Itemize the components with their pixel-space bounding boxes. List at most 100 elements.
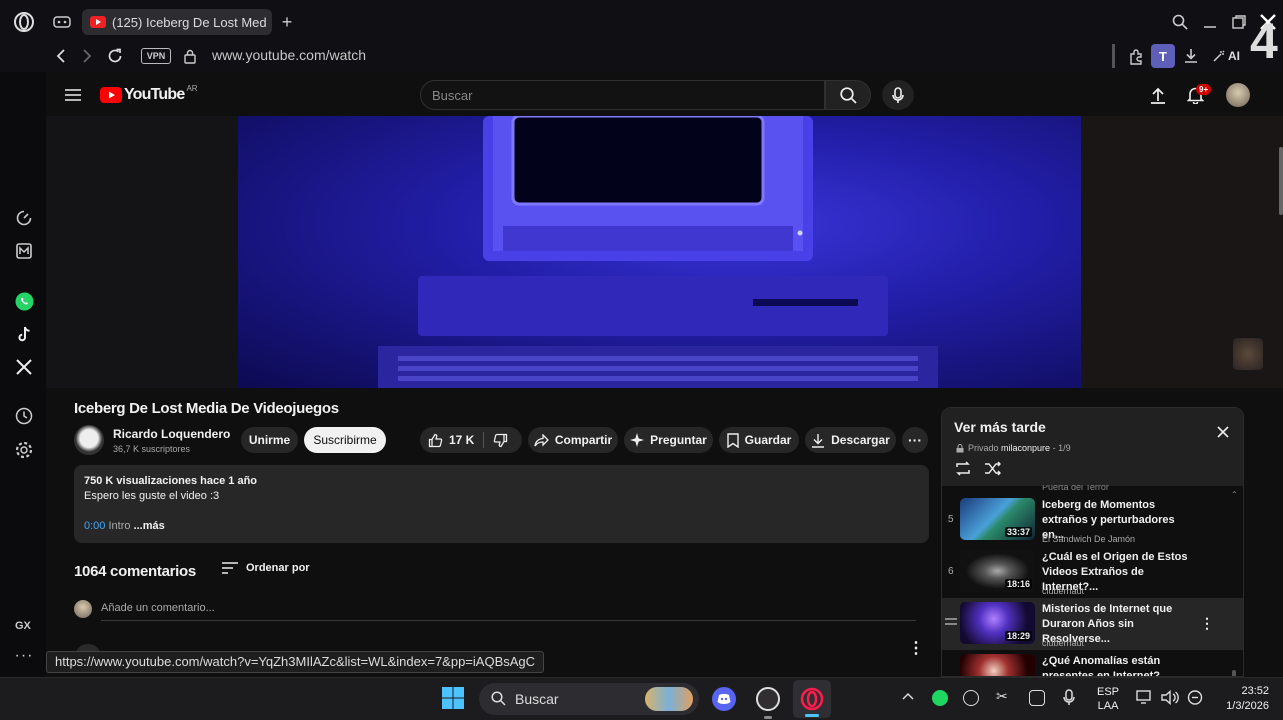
obs-tray-icon[interactable] — [963, 690, 979, 706]
back-icon[interactable] — [52, 46, 70, 66]
show-more-link[interactable]: ...más — [134, 520, 165, 532]
opera-gx-taskbar-button[interactable] — [793, 680, 831, 718]
item-channel: clubernaut — [1042, 586, 1085, 596]
create-icon[interactable] — [1148, 85, 1168, 105]
page-scrollbar[interactable] — [1279, 147, 1283, 215]
vpn-badge[interactable]: VPN — [141, 48, 171, 64]
obs-icon[interactable] — [756, 687, 780, 711]
playlist-item-current[interactable]: 18:29 Misterios de Internet que Duraron … — [942, 598, 1243, 650]
voice-search-button[interactable] — [882, 80, 914, 110]
forward-icon[interactable] — [78, 46, 96, 66]
subscribe-button[interactable]: Suscribirme — [304, 427, 386, 453]
microphone-tray-icon[interactable] — [1063, 689, 1075, 706]
join-button[interactable]: Unirme — [241, 427, 298, 453]
language-indicator[interactable]: ESP LAA — [1097, 685, 1119, 713]
item-thumbnail: 33:37 — [960, 498, 1035, 540]
item-thumbnail: 18:16 — [960, 550, 1035, 592]
reload-icon[interactable] — [105, 46, 125, 66]
playlist-item[interactable]: 6 18:16 ¿Cuál es el Origen de Estos Vide… — [942, 546, 1243, 598]
notification-badge: 9+ — [1196, 84, 1212, 95]
item-menu-icon[interactable]: ⋮ — [1200, 615, 1214, 632]
network-icon[interactable] — [1136, 690, 1153, 705]
playlist-item[interactable]: 5 33:37 Iceberg de Momentos extraños y p… — [942, 494, 1243, 546]
volume-icon[interactable] — [1161, 690, 1180, 705]
gx-corner-icon[interactable] — [14, 241, 34, 261]
settings-icon[interactable] — [14, 440, 34, 460]
item-thumbnail — [960, 654, 1035, 676]
search-icon[interactable] — [1170, 12, 1190, 32]
download-label: Descargar — [831, 433, 890, 447]
gamepad-icon[interactable] — [52, 13, 72, 31]
windows-taskbar: Buscar ✂ ESP LAA 23:52 1/3/2026 — [0, 677, 1283, 720]
profile-avatar[interactable]: T — [1151, 44, 1175, 68]
item-channel: clubernaut — [1042, 638, 1085, 648]
shuffle-button[interactable] — [984, 461, 1002, 476]
overlay-number: 4 — [1250, 13, 1278, 69]
ai-button[interactable]: AI — [1209, 46, 1243, 66]
playlist-scrollbar[interactable] — [1232, 670, 1236, 676]
spotify-icon[interactable] — [932, 690, 948, 706]
app-running-indicator — [764, 716, 772, 719]
dislike-button[interactable] — [493, 433, 508, 448]
add-comment-input[interactable]: Añade un comentario... — [101, 602, 916, 621]
account-avatar[interactable] — [1226, 83, 1250, 107]
loop-button[interactable] — [954, 461, 972, 476]
playlist-item[interactable]: ¿Qué Anomalías están presentes en Intern… — [942, 650, 1243, 676]
video-player[interactable] — [238, 116, 1081, 388]
item-duration: 33:37 — [1004, 527, 1032, 537]
share-icon — [534, 433, 549, 447]
extensions-icon[interactable] — [1126, 46, 1146, 66]
like-button[interactable]: 17 K — [428, 433, 474, 448]
search-icon — [839, 86, 857, 104]
start-button[interactable] — [441, 686, 465, 710]
more-icon[interactable]: ··· — [14, 647, 34, 664]
speed-dial-icon[interactable] — [14, 208, 34, 228]
capcut-tray-icon[interactable]: ✂ — [996, 688, 1008, 705]
youtube-logo[interactable]: YouTube AR — [100, 84, 198, 104]
playlist-owner[interactable]: milaconpure — [1001, 443, 1050, 453]
chapter-timestamp-link[interactable]: 0:00 — [84, 520, 105, 532]
save-button[interactable]: Guardar — [719, 427, 799, 453]
ask-button[interactable]: Preguntar — [624, 427, 713, 453]
restore-icon[interactable] — [1229, 12, 1249, 32]
sort-icon — [222, 562, 238, 574]
toolbar-divider — [1112, 44, 1115, 68]
close-playlist-button[interactable] — [1217, 426, 1229, 438]
views-and-date: 750 K visualizaciones hace 1 año — [84, 475, 258, 487]
channel-name[interactable]: Ricardo Loquendero — [113, 427, 230, 441]
tray-overflow-icon[interactable] — [902, 692, 914, 700]
new-tab-icon[interactable]: + — [278, 12, 296, 32]
taskbar-search[interactable]: Buscar — [479, 683, 699, 715]
sort-comments-button[interactable]: Ordenar por — [222, 562, 310, 574]
history-icon[interactable] — [14, 406, 34, 426]
menu-icon[interactable] — [63, 86, 83, 104]
more-actions-button[interactable]: ··· — [902, 427, 928, 453]
partial-item-channel: Puerta del Terror — [1042, 485, 1109, 492]
download-button[interactable]: Descargar — [805, 427, 896, 453]
clock-date: 1/3/2026 — [1226, 700, 1269, 712]
download-icon[interactable] — [1181, 46, 1201, 66]
x-twitter-icon[interactable] — [14, 357, 34, 377]
search-input[interactable]: Buscar — [420, 80, 825, 110]
battery-icon[interactable] — [1186, 690, 1204, 705]
search-button[interactable] — [825, 80, 871, 110]
drag-handle-icon[interactable] — [945, 618, 957, 626]
tab-row: (125) Iceberg De Lost Med + — [0, 0, 1283, 42]
browser-chrome: (125) Iceberg De Lost Med + VPN www.yout… — [0, 0, 1283, 72]
address-bar[interactable]: www.youtube.com/watch — [212, 47, 366, 63]
description-box[interactable]: 750 K visualizaciones hace 1 año Espero … — [74, 465, 929, 543]
lock-icon[interactable] — [181, 46, 199, 66]
minimize-icon[interactable] — [1200, 12, 1220, 32]
channel-avatar[interactable] — [74, 425, 104, 455]
opera-logo-icon[interactable] — [12, 10, 36, 34]
playlist-title[interactable]: Ver más tarde — [954, 419, 1046, 435]
clock[interactable]: 23:52 1/3/2026 — [1215, 684, 1269, 714]
share-button[interactable]: Compartir — [528, 427, 618, 453]
discord-icon[interactable] — [712, 687, 736, 711]
screen-capture-icon[interactable] — [1029, 690, 1045, 706]
tiktok-icon[interactable] — [14, 324, 34, 344]
whatsapp-icon[interactable] — [14, 291, 34, 311]
streamer-webcam-overlay — [1233, 338, 1263, 370]
comment-menu-icon[interactable]: ⋮ — [908, 641, 924, 657]
tab-youtube[interactable]: (125) Iceberg De Lost Med — [82, 9, 272, 35]
